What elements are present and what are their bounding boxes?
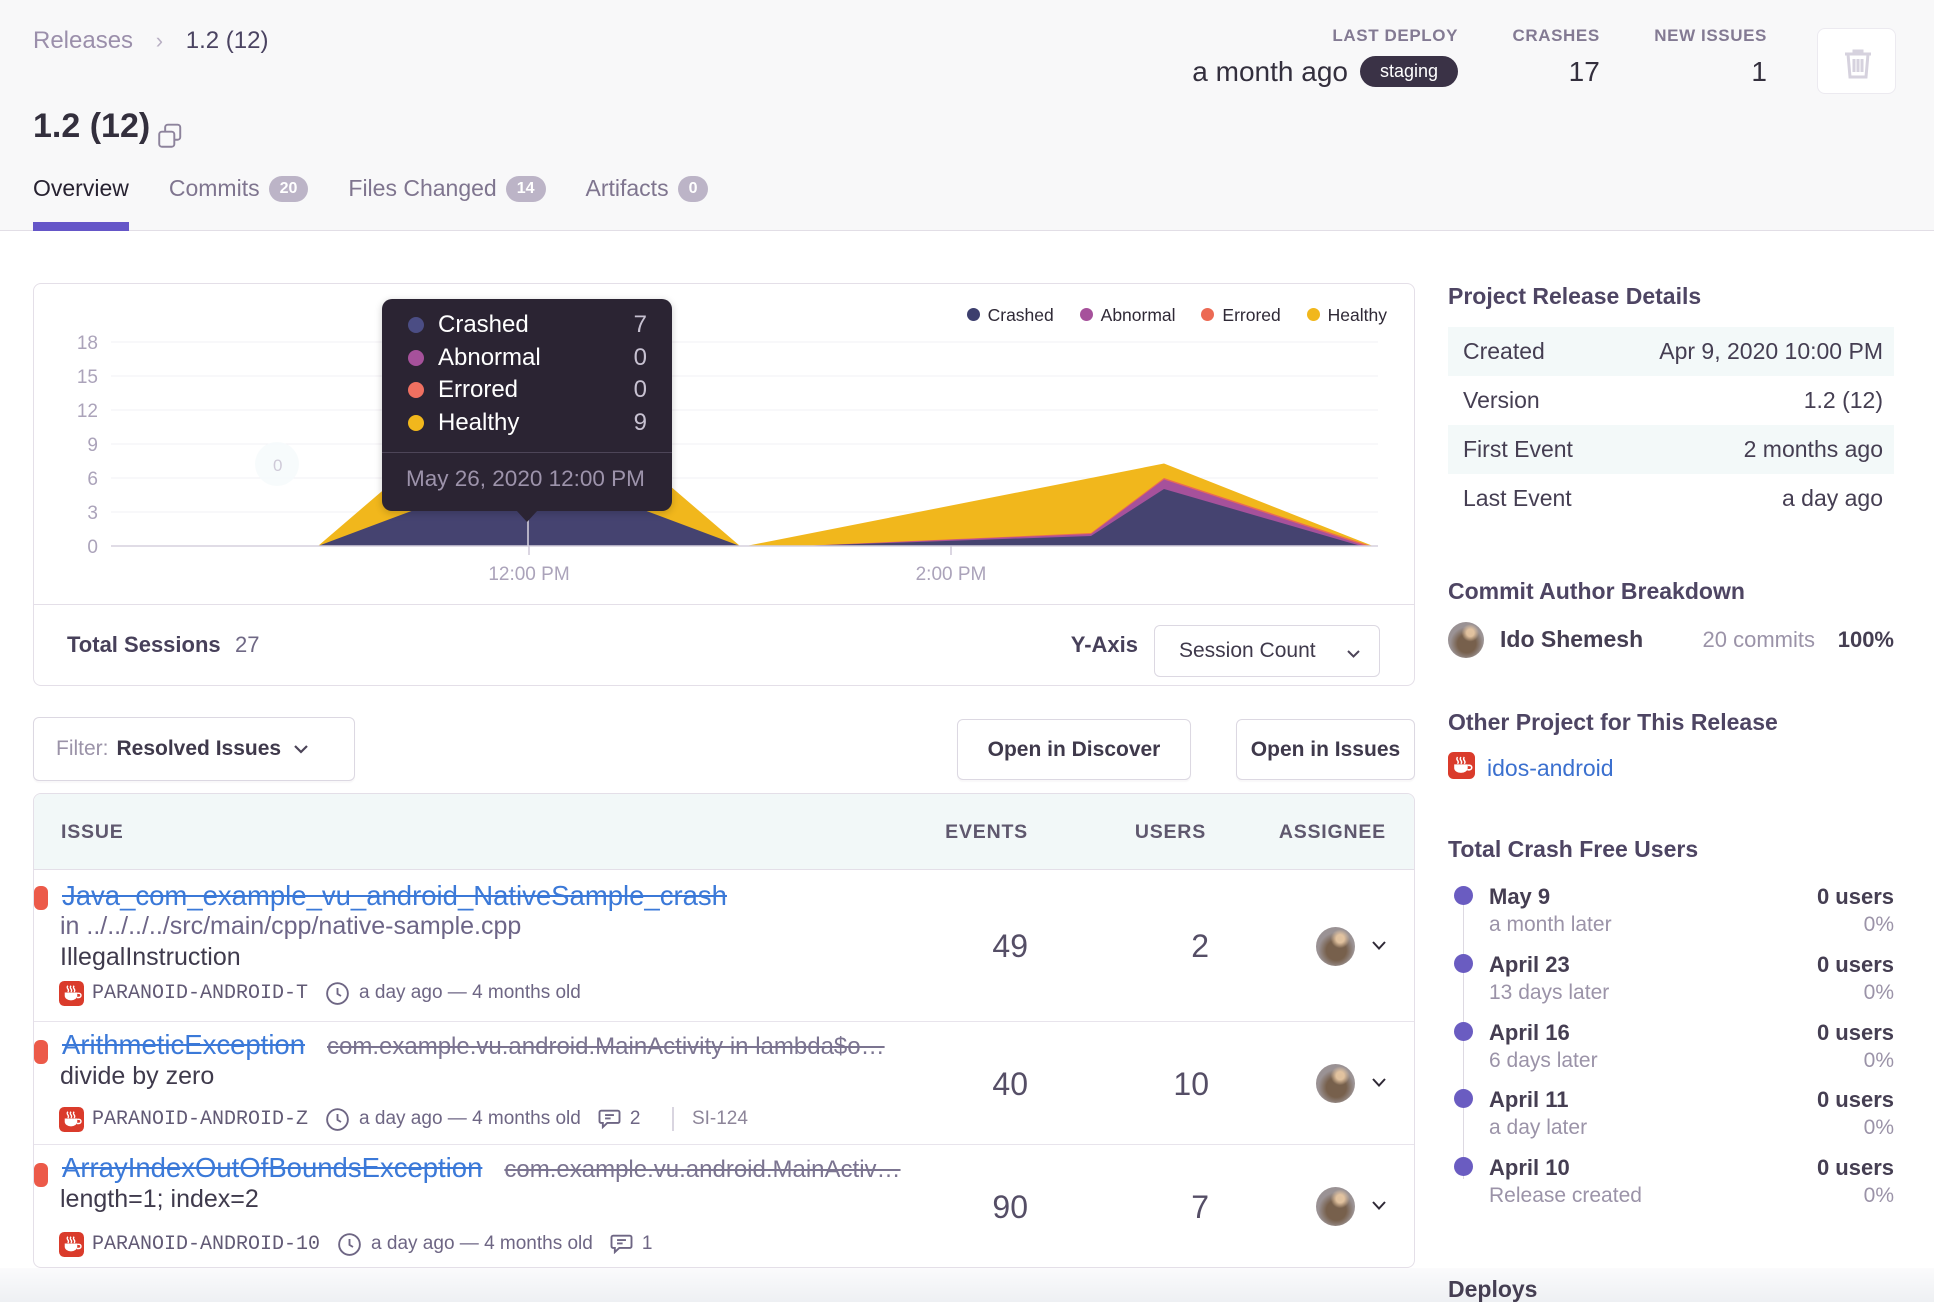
svg-text:12: 12 bbox=[77, 401, 98, 422]
svg-text:6: 6 bbox=[87, 469, 98, 490]
svg-text:18: 18 bbox=[77, 333, 98, 354]
svg-text:9: 9 bbox=[87, 435, 98, 456]
svg-text:12:00 PM: 12:00 PM bbox=[488, 564, 569, 585]
svg-text:0: 0 bbox=[273, 456, 282, 475]
svg-text:2:00 PM: 2:00 PM bbox=[916, 564, 987, 585]
svg-text:0: 0 bbox=[87, 537, 98, 558]
svg-text:15: 15 bbox=[77, 367, 98, 388]
svg-text:3: 3 bbox=[87, 503, 98, 524]
